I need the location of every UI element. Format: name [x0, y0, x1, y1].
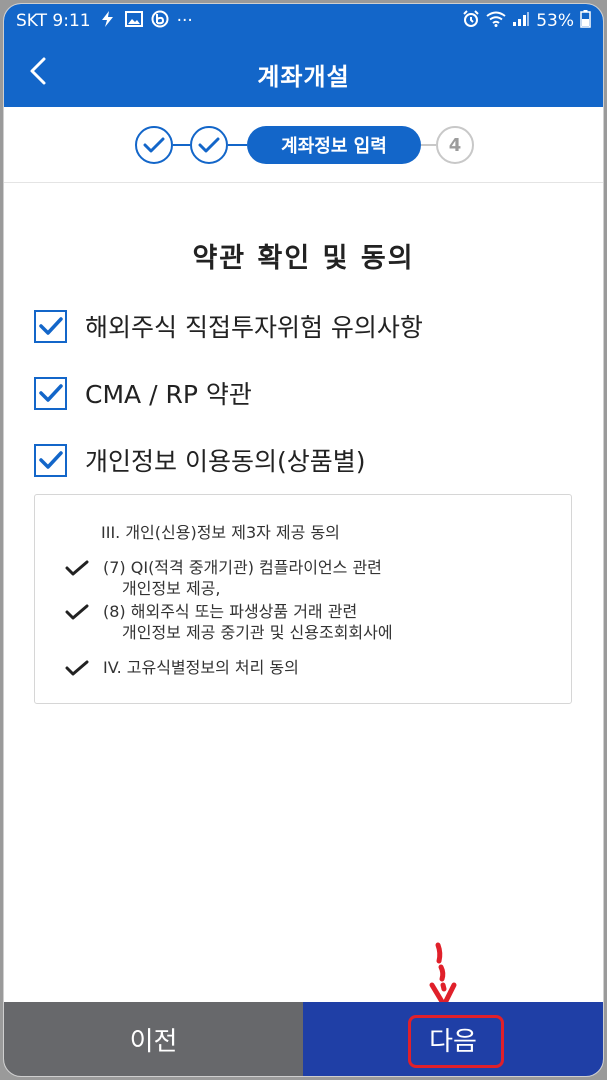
- prev-button[interactable]: 이전: [4, 1002, 303, 1076]
- phone-screen: SKT 9:11 ··· 53% 계좌개설 계좌정보 입력 4 약관 확인 및 …: [3, 3, 604, 1077]
- detail-item: (8) 해외주식 또는 파생상품 거래 관련 개인정보 제공 중기관 및 신용조…: [65, 601, 393, 643]
- bolt-icon: [99, 10, 117, 31]
- wifi-icon: [486, 11, 506, 30]
- check-icon: [198, 137, 220, 153]
- step-connector: [228, 144, 247, 146]
- next-button[interactable]: 다음: [303, 1002, 603, 1076]
- page-title: 계좌개설: [257, 63, 350, 91]
- detail-text: 개인정보 제공 중기관 및 신용조회회사에: [122, 623, 393, 642]
- checkbox-checked[interactable]: [34, 309, 67, 343]
- step-2-complete: [190, 126, 228, 164]
- check-icon: [65, 560, 89, 576]
- step-connector: [173, 144, 190, 146]
- checkbox-checked[interactable]: [34, 443, 67, 477]
- check-icon: [65, 660, 89, 676]
- detail-item: IV. 고유식별정보의 처리 동의: [65, 657, 299, 678]
- alarm-icon: [462, 10, 480, 31]
- battery-percent: 53%: [536, 10, 574, 31]
- check-icon: [38, 384, 63, 402]
- detail-text: (8) 해외주식 또는 파생상품 거래 관련: [103, 602, 358, 621]
- detail-text: (7) QI(적격 중개기관) 컴플라이언스 관련: [103, 558, 382, 577]
- agree-item-privacy[interactable]: 개인정보 이용동의(상품별): [34, 440, 365, 480]
- signal-icon: [512, 11, 530, 30]
- check-icon: [38, 317, 63, 335]
- status-bar: SKT 9:11 ··· 53%: [4, 4, 603, 37]
- battery-icon: [580, 10, 591, 31]
- checkbox-checked[interactable]: [34, 376, 67, 410]
- app-header: 계좌개설: [4, 37, 603, 107]
- step-1-complete: [135, 126, 173, 164]
- more-indicator: ···: [176, 10, 193, 31]
- carrier-time: SKT 9:11: [16, 10, 91, 31]
- highlight-box: [408, 1015, 504, 1068]
- agree-label: 해외주식 직접투자위험 유의사항: [85, 313, 423, 342]
- image-icon: [124, 11, 143, 30]
- detail-heading: III. 개인(신용)정보 제3자 제공 동의: [101, 523, 340, 542]
- detail-text: IV. 고유식별정보의 처리 동의: [103, 658, 299, 677]
- step-4-pending: 4: [436, 126, 474, 164]
- agree-item-cma-rp[interactable]: CMA / RP 약관: [34, 373, 252, 413]
- detail-item: (7) QI(적격 중개기관) 컴플라이언스 관련 개인정보 제공,: [65, 557, 382, 599]
- agree-label: 개인정보 이용동의(상품별): [85, 447, 366, 476]
- check-icon: [38, 451, 63, 469]
- b-app-icon: [151, 10, 169, 31]
- check-icon: [143, 137, 165, 153]
- step-3-active: 계좌정보 입력: [247, 126, 421, 164]
- terms-title: 약관 확인 및 동의: [192, 243, 415, 274]
- detail-text: 개인정보 제공,: [122, 579, 221, 598]
- agree-item-overseas-risk[interactable]: 해외주식 직접투자위험 유의사항: [34, 306, 423, 346]
- bottom-action-bar: 이전 다음: [4, 1002, 603, 1076]
- agree-label: CMA / RP 약관: [85, 380, 252, 409]
- progress-stepper: 계좌정보 입력 4: [4, 107, 603, 183]
- check-icon: [65, 604, 89, 620]
- privacy-detail-box[interactable]: III. 개인(신용)정보 제3자 제공 동의 (7) QI(적격 중개기관) …: [34, 494, 572, 704]
- step-connector: [421, 144, 436, 146]
